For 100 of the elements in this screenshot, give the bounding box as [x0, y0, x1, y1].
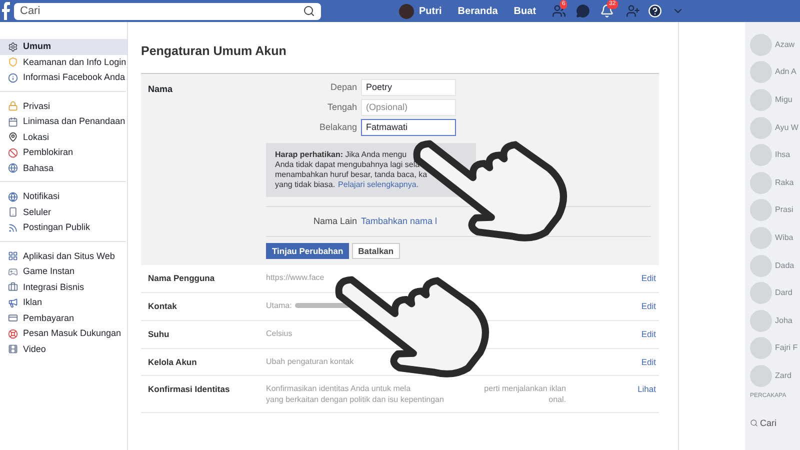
- sidebar-item[interactable]: Seluler: [0, 204, 126, 220]
- settings-icon: [8, 42, 18, 52]
- megaphone-icon: [8, 298, 18, 308]
- sidebar-item[interactable]: Lokasi: [0, 130, 126, 145]
- field-label: Depan: [329, 80, 358, 94]
- sidebar-item[interactable]: Postingan Publik: [0, 220, 126, 236]
- review-button[interactable]: Tinjau Perubahan: [266, 243, 350, 260]
- edit-link[interactable]: Lihat: [638, 383, 659, 406]
- setting-label: Nama Pengguna: [147, 272, 216, 285]
- notice-text: menambahkan huruf besar, tanda baca, ka: [275, 170, 428, 180]
- contact-item[interactable]: Raka: [750, 168, 800, 197]
- avatar-icon: [750, 226, 772, 249]
- sidebar-item[interactable]: Bahasa: [0, 160, 126, 176]
- edit-link[interactable]: Edit: [641, 328, 659, 340]
- avatar-icon: [750, 282, 772, 304]
- friend-requests-icon[interactable]: [626, 4, 640, 18]
- contact-item[interactable]: Adn A: [750, 58, 800, 86]
- sidebar-item[interactable]: Linimasa dan Penandaan: [0, 114, 126, 130]
- setting-value: Ubah pengaturan kontak: [266, 356, 354, 366]
- search-icon: [750, 419, 758, 428]
- nav-link[interactable]: Buat: [514, 4, 536, 18]
- sidebar-item[interactable]: Iklan: [0, 295, 126, 310]
- edit-link[interactable]: Edit: [641, 300, 659, 313]
- info-icon: [8, 72, 18, 83]
- notifications-icon[interactable]: [600, 4, 614, 18]
- help-icon[interactable]: [648, 4, 662, 18]
- avatar-icon[interactable]: [399, 4, 414, 18]
- setting-value: perti menjalankan iklan: [484, 383, 566, 394]
- setting-label: Suhu: [147, 328, 170, 340]
- contact-item[interactable]: Wiba: [750, 224, 800, 252]
- logo-icon: [1, 2, 11, 20]
- contact-item[interactable]: Ayu W: [750, 114, 800, 142]
- search-field[interactable]: Cari: [14, 2, 321, 20]
- learn-more-link[interactable]: Pelajari selengkapnya.: [338, 180, 419, 190]
- contact-item[interactable]: Zard: [750, 362, 800, 390]
- phone-icon: [8, 207, 18, 218]
- sidebar-item[interactable]: Game Instan: [0, 264, 126, 280]
- globe-icon: [8, 192, 18, 202]
- add-name-link[interactable]: Tambahkan nama l: [361, 214, 438, 228]
- field-label: Tengah: [326, 100, 358, 114]
- name-field[interactable]: (Opsional): [361, 98, 456, 116]
- section-label: Nama: [148, 82, 173, 96]
- card-icon: [8, 313, 18, 324]
- block-icon: [8, 148, 18, 158]
- avatar-icon: [750, 116, 772, 139]
- avatar-icon: [750, 172, 772, 194]
- sidebar-item[interactable]: Umum: [0, 39, 127, 54]
- sidebar-item[interactable]: Video: [0, 342, 126, 357]
- nav-link[interactable]: Beranda: [458, 4, 498, 18]
- feed-icon: [8, 222, 18, 233]
- contact-item[interactable]: Azaw: [750, 31, 800, 59]
- sidebar-item[interactable]: Notifikasi: [0, 189, 126, 204]
- chat-search-field[interactable]: Cari: [760, 416, 800, 430]
- sidebar-item[interactable]: Keamanan dan Info Login: [0, 54, 127, 70]
- sidebar-item[interactable]: Privasi: [0, 98, 126, 114]
- sidebar-item[interactable]: Pesan Masuk Dukungan: [0, 326, 126, 342]
- name-field[interactable]: Fatmawati: [361, 118, 456, 136]
- messenger-icon[interactable]: [576, 4, 590, 18]
- friends-icon[interactable]: [552, 4, 566, 18]
- avatar-icon: [750, 61, 772, 84]
- contact-item[interactable]: Dada: [750, 252, 800, 280]
- contact-item[interactable]: Ihsa: [750, 141, 800, 169]
- setting-value: Utama:: [266, 300, 292, 311]
- cancel-button[interactable]: Batalkan: [352, 243, 400, 260]
- page-title: Pengaturan Umum Akun: [141, 43, 288, 60]
- avatar-icon: [750, 199, 772, 222]
- setting-value: yang berkaitan dengan politik dan isu kepentingan: [266, 394, 444, 406]
- avatar-icon: [750, 364, 772, 387]
- edit-link[interactable]: Edit: [641, 356, 659, 368]
- briefcase-icon: [8, 282, 18, 292]
- setting-label: Kelola Akun: [147, 356, 198, 368]
- avatar-icon: [750, 144, 772, 166]
- field-label: Nama Lain: [312, 214, 358, 228]
- lock-icon: [8, 101, 18, 112]
- shield-icon: [8, 57, 18, 68]
- setting-value: Celsius: [266, 328, 292, 339]
- avatar-icon: [750, 34, 772, 56]
- sidebar-item[interactable]: Aplikasi dan Situs Web: [0, 248, 126, 264]
- setting-label: Kontak: [147, 300, 178, 313]
- sidebar-item[interactable]: Integrasi Bisnis: [0, 280, 126, 295]
- sidebar-item[interactable]: Pembayaran: [0, 310, 126, 326]
- sidebar-item[interactable]: Informasi Facebook Anda: [0, 70, 127, 86]
- contact-item[interactable]: Prasi: [750, 196, 800, 224]
- search-icon[interactable]: [303, 5, 315, 17]
- edit-link[interactable]: Edit: [641, 272, 659, 285]
- gamepad-icon: [8, 266, 18, 277]
- calendar-icon: [8, 116, 18, 127]
- avatar-icon: [750, 88, 772, 111]
- profile-link[interactable]: Putri: [419, 4, 442, 18]
- lifebuoy-icon: [8, 328, 18, 339]
- globe-icon: [8, 163, 18, 174]
- field-label: Belakang: [318, 120, 358, 134]
- contact-item[interactable]: Migu: [750, 86, 800, 114]
- notice-text: Harap perhatikan: Jika Anda mengu: [275, 150, 408, 160]
- contact-item[interactable]: Dard: [750, 279, 800, 307]
- contact-item[interactable]: Fajri F: [750, 334, 800, 362]
- setting-value: Konfirmasikan identitas Anda untuk mela: [266, 383, 411, 394]
- name-field[interactable]: Poetry: [361, 78, 456, 96]
- sidebar-item[interactable]: Pemblokiran: [0, 145, 126, 160]
- contact-item[interactable]: Joha: [750, 306, 800, 335]
